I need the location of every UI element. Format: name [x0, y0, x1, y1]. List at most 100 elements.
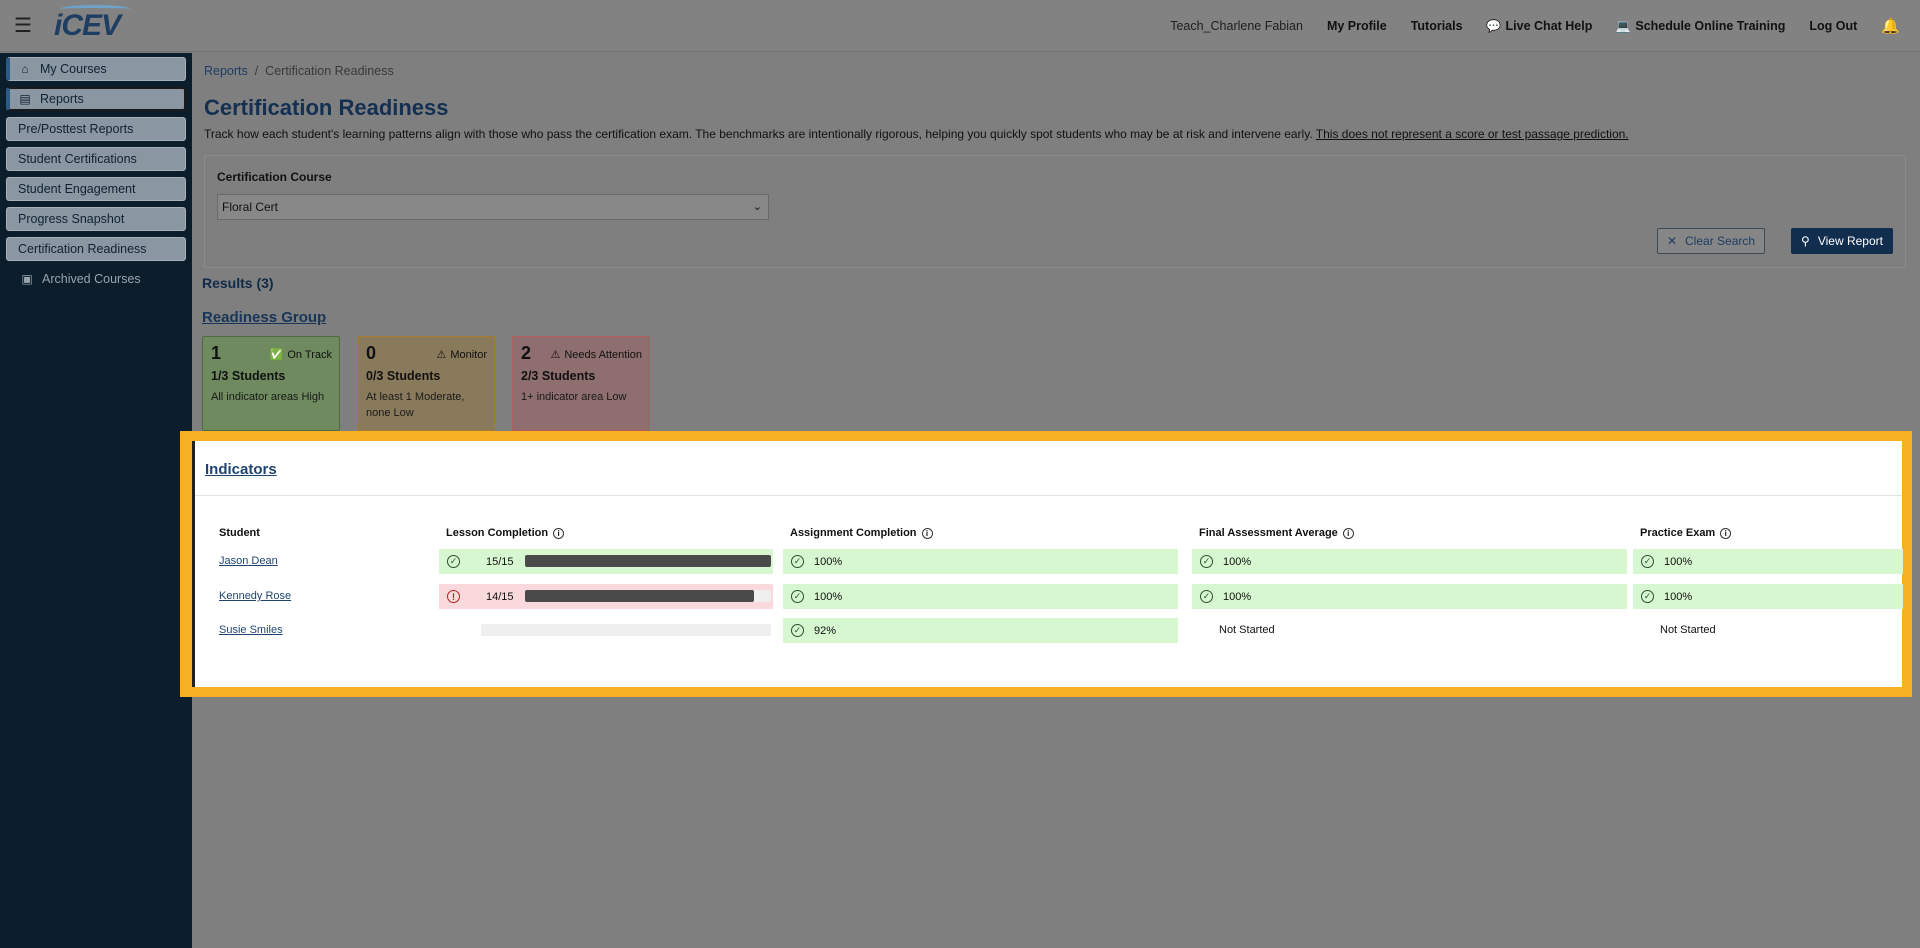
sidebar-item-student-engagement[interactable]: Student Engagement [6, 177, 186, 201]
filter-panel: Certification Course Floral Cert ⌄ ✕ Cle… [204, 155, 1906, 268]
check-circle-icon: ✓ [791, 624, 804, 637]
check-circle-icon: ✓ [1200, 555, 1213, 568]
sidebar-item-archived-courses[interactable]: ▣ Archived Courses [6, 267, 186, 291]
lesson-progress-bar [525, 555, 771, 567]
readiness-card-on-track: 1 ✅ On Track 1/3 Students All indicator a… [202, 336, 340, 431]
sidebar-item-pre-posttest[interactable]: Pre/Posttest Reports [6, 117, 186, 141]
course-select[interactable]: Floral Cert ⌄ [217, 194, 769, 220]
indicators-panel: Indicators Student Lesson Completion i As… [192, 441, 1903, 687]
sidebar-item-student-certifications[interactable]: Student Certifications [6, 147, 186, 171]
page-description: Track how each student's learning patter… [204, 127, 1629, 141]
final-cell: ✓ 100% [1192, 584, 1627, 609]
chevron-down-icon: ⌄ [752, 201, 762, 213]
view-report-button[interactable]: ⚲ View Report [1791, 228, 1893, 254]
sidebar-item-my-courses[interactable]: ⌂ My Courses [6, 57, 186, 81]
readiness-card-needs-attention: 2 ⚠ Needs Attention 2/3 Students 1+ indic… [512, 336, 650, 431]
schedule-training-link[interactable]: 💻 Schedule Online Training [1616, 18, 1786, 33]
lesson-progress-bar [481, 624, 771, 636]
col-header-practice: Practice Exam i [1640, 527, 1732, 539]
readiness-group-title: Readiness Group [202, 309, 327, 326]
practice-cell: ✓ 100% [1633, 549, 1903, 574]
student-link[interactable]: Susie Smiles [219, 624, 283, 636]
logo[interactable]: iCEV [54, 4, 130, 43]
info-icon[interactable]: i [921, 527, 933, 539]
tutorials-link[interactable]: Tutorials [1411, 19, 1463, 33]
clear-search-button[interactable]: ✕ Clear Search [1657, 228, 1765, 254]
chat-icon: 💬 [1486, 18, 1502, 33]
indicators-title: Indicators [205, 461, 277, 478]
card-students: 1/3 Students [211, 369, 286, 383]
card-status: ⚠ Monitor [436, 348, 487, 362]
home-icon: ⌂ [21, 62, 29, 76]
check-circle-icon: ✓ [1200, 590, 1213, 603]
archive-icon: ▣ [21, 272, 33, 286]
final-value: Not Started [1219, 624, 1275, 636]
col-header-label: Practice Exam [1640, 527, 1716, 539]
sidebar-item-label: My Courses [40, 62, 107, 76]
final-value: 100% [1223, 555, 1252, 568]
sidebar-item-reports[interactable]: ▤ Reports [6, 87, 186, 111]
student-link[interactable]: Kennedy Rose [219, 590, 291, 602]
check-circle-icon: ✓ [791, 590, 804, 603]
close-icon: ✕ [1666, 234, 1678, 248]
sidebar-item-certification-readiness[interactable]: Certification Readiness [6, 237, 186, 261]
breadcrumb-reports-link[interactable]: Reports [204, 64, 248, 78]
lesson-progress-fill [525, 555, 771, 567]
assignment-cell: ✓ 92% [783, 618, 1178, 643]
card-status-label: Needs Attention [564, 348, 642, 361]
final-cell: ✓ 100% [1192, 549, 1627, 574]
practice-value: 100% [1664, 590, 1693, 603]
schedule-training-label: Schedule Online Training [1635, 18, 1786, 33]
info-icon[interactable]: i [1720, 527, 1732, 539]
bell-icon[interactable]: 🔔 [1881, 17, 1900, 35]
results-count: Results (3) [202, 275, 274, 291]
lesson-value: 15/15 [486, 555, 514, 568]
check-circle-icon: ✓ [447, 555, 460, 568]
assignment-cell: ✓ 100% [783, 549, 1178, 574]
final-value: 100% [1223, 590, 1252, 603]
card-status-label: Monitor [450, 348, 487, 361]
live-chat-link[interactable]: 💬 Live Chat Help [1486, 18, 1592, 33]
logo-text: iCEV [54, 8, 121, 42]
card-students: 2/3 Students [521, 369, 596, 383]
sidebar: ⌂ My Courses ▤ Reports Pre/Posttest Repo… [0, 53, 192, 948]
readiness-card-monitor: 0 ⚠ Monitor 0/3 Students At least 1 Moder… [357, 336, 495, 431]
info-icon[interactable]: i [553, 527, 565, 539]
assignment-value: 92% [814, 624, 837, 637]
top-header: ☰ iCEV Teach_Charlene Fabian My Profile … [0, 0, 1920, 52]
col-header-label: Assignment Completion [790, 527, 917, 539]
assignment-value: 100% [814, 555, 843, 568]
col-header-student: Student [219, 527, 260, 539]
check-circle-icon: ✓ [1641, 555, 1654, 568]
student-link[interactable]: Jason Dean [219, 555, 278, 567]
check-circle-icon: ✓ [791, 555, 804, 568]
lesson-value: 14/15 [486, 590, 514, 603]
card-students: 0/3 Students [366, 369, 441, 383]
lesson-progress-fill [525, 590, 754, 602]
page-title: Certification Readiness [204, 95, 449, 120]
info-icon[interactable]: i [1342, 527, 1354, 539]
description-text: Track how each student's learning patter… [204, 127, 1313, 141]
col-header-lesson: Lesson Completion i [446, 527, 565, 539]
disclaimer-text: This does not represent a score or test … [1315, 127, 1629, 141]
assignment-value: 100% [814, 590, 843, 603]
col-header-final: Final Assessment Average i [1199, 527, 1354, 539]
col-header-label: Final Assessment Average [1199, 527, 1338, 539]
user-name: Teach_Charlene Fabian [1170, 18, 1303, 33]
clear-search-label: Clear Search [1685, 234, 1756, 248]
search-icon: ⚲ [1801, 234, 1810, 248]
my-profile-link[interactable]: My Profile [1327, 19, 1387, 33]
practice-value: Not Started [1660, 624, 1716, 636]
menu-icon[interactable]: ☰ [0, 0, 46, 52]
sidebar-item-progress-snapshot[interactable]: Progress Snapshot [6, 207, 186, 231]
card-status-label: On Track [287, 348, 332, 361]
card-status: ⚠ Needs Attention [550, 348, 642, 362]
breadcrumb-separator: / [254, 64, 259, 78]
sidebar-item-label: Archived Courses [42, 272, 141, 286]
header-nav: Teach_Charlene Fabian My Profile Tutoria… [1170, 17, 1920, 35]
practice-value: 100% [1664, 555, 1693, 568]
breadcrumb: Reports / Certification Readiness [204, 64, 394, 78]
divider [195, 495, 1902, 496]
card-description: At least 1 Moderate, none Low [366, 391, 465, 419]
log-out-link[interactable]: Log Out [1809, 19, 1857, 33]
